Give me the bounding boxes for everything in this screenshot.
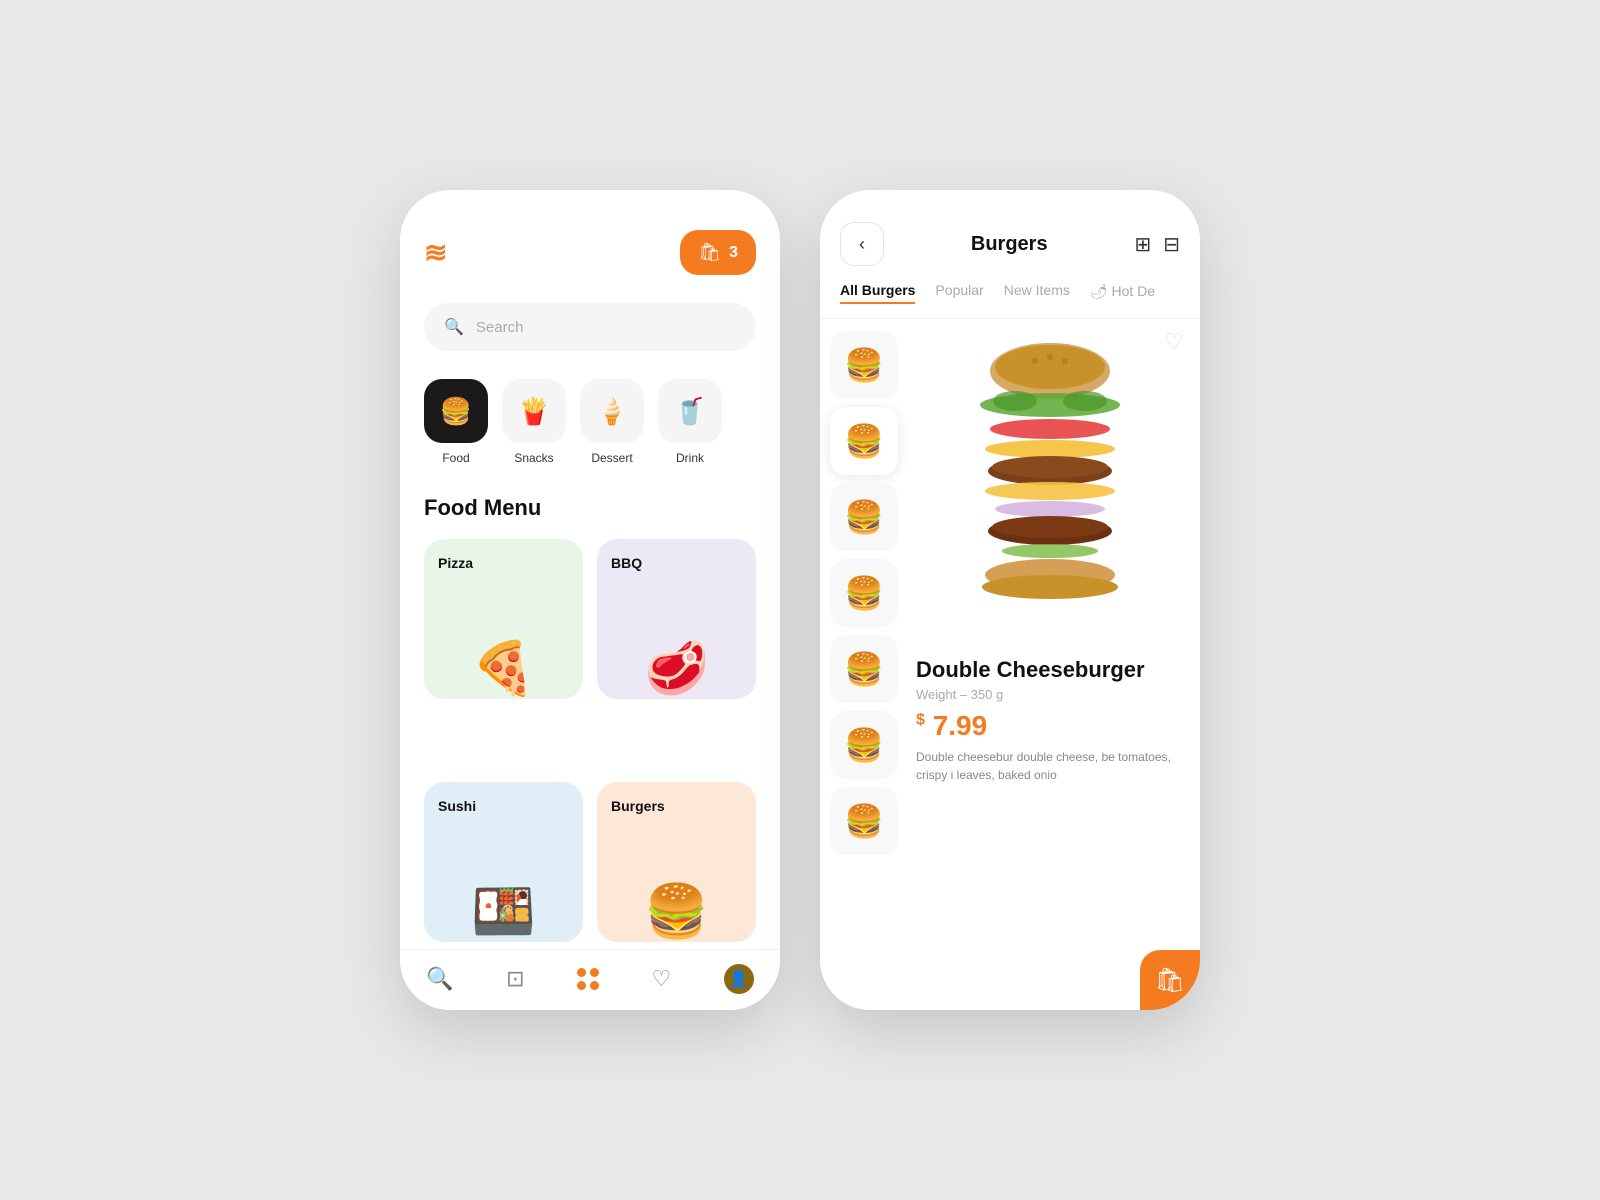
bbq-card[interactable]: BBQ 🥩 — [597, 539, 756, 699]
nav-bookmark-icon[interactable]: ⊡ — [506, 966, 524, 992]
category-drinks[interactable]: 🥤 Drink — [658, 379, 722, 465]
back-button[interactable]: ‹ — [840, 222, 884, 266]
burger-description: Double cheesebur double cheese, be tomat… — [916, 748, 1184, 784]
search-placeholder: Search — [476, 319, 524, 336]
sushi-card[interactable]: Sushi 🍱 — [424, 782, 583, 942]
right-phone: ‹ Burgers ⊞ ⊟ All Burgers Popular New It… — [820, 190, 1200, 1010]
nav-heart-icon[interactable]: ♡ — [652, 966, 672, 992]
tab-all-burgers[interactable]: All Burgers — [840, 282, 915, 304]
pizza-card[interactable]: Pizza 🍕 — [424, 539, 583, 699]
cart-count: 3 — [729, 244, 738, 262]
burgers-title: Burgers — [611, 798, 742, 814]
burger-name: Double Cheeseburger — [916, 657, 1184, 683]
filter-tabs: All Burgers Popular New Items 🌶 Hot De — [820, 282, 1200, 319]
food-menu-title: Food Menu — [424, 495, 756, 521]
nav-grid-icon[interactable] — [577, 968, 599, 990]
list-view-icon[interactable]: ⊞ — [1134, 232, 1151, 257]
burger-thumb-4[interactable]: 🍔 — [830, 559, 898, 627]
sushi-emoji: 🍱 — [471, 881, 536, 942]
right-header: ‹ Burgers ⊞ ⊟ — [820, 190, 1200, 282]
app-logo: ≋ — [424, 236, 447, 269]
price-value: 7.99 — [933, 710, 988, 741]
category-snacks[interactable]: 🍟 Snacks — [502, 379, 566, 465]
favorite-button[interactable]: ♡ — [1164, 329, 1184, 355]
tab-hot-deals[interactable]: 🌶 Hot De — [1090, 282, 1155, 304]
pizza-emoji: 🍕 — [471, 638, 536, 699]
snacks-label: Snacks — [514, 451, 553, 465]
cart-button[interactable]: 🛍 3 — [680, 230, 756, 275]
burgers-emoji: 🍔 — [644, 881, 709, 942]
nav-profile-avatar[interactable]: 👤 — [724, 964, 754, 994]
burger-thumb-2[interactable]: 🍔 — [830, 407, 898, 475]
burger-thumb-7[interactable]: 🍔 — [830, 787, 898, 855]
burger-hero-image: ♡ — [916, 329, 1184, 649]
drinks-label: Drink — [676, 451, 704, 465]
snacks-icon-box: 🍟 — [502, 379, 566, 443]
add-to-cart-icon: 🛍 — [1155, 966, 1185, 995]
pizza-title: Pizza — [438, 555, 569, 571]
burger-stack-svg — [970, 339, 1130, 639]
burger-thumb-6[interactable]: 🍔 — [830, 711, 898, 779]
left-phone: ≋ 🛍 3 🔍 Search 🍔 Food 🍟 Snacks 🍦 Desse — [400, 190, 780, 1010]
burger-thumb-1[interactable]: 🍔 — [830, 331, 898, 399]
burger-info: Double Cheeseburger Weight – 350 g $ 7.9… — [916, 649, 1184, 792]
burger-price: $ 7.99 — [916, 710, 1184, 742]
view-icons: ⊞ ⊟ — [1134, 232, 1180, 257]
bbq-title: BBQ — [611, 555, 742, 571]
dessert-label: Dessert — [591, 451, 632, 465]
page-title: Burgers — [894, 233, 1124, 256]
search-icon: 🔍 — [444, 317, 464, 337]
tab-popular[interactable]: Popular — [935, 282, 983, 304]
left-header: ≋ 🛍 3 — [424, 230, 756, 275]
add-to-cart-button[interactable]: 🛍 — [1140, 950, 1200, 1010]
category-food[interactable]: 🍔 Food — [424, 379, 488, 465]
categories-row: 🍔 Food 🍟 Snacks 🍦 Dessert 🥤 Drink — [424, 379, 756, 465]
food-grid: Pizza 🍕 BBQ 🥩 Sushi 🍱 Burgers 🍔 — [424, 539, 756, 1010]
food-label: Food — [442, 451, 469, 465]
food-icon-box: 🍔 — [424, 379, 488, 443]
drinks-icon-box: 🥤 — [658, 379, 722, 443]
cart-icon: 🛍 — [698, 242, 721, 263]
bbq-emoji: 🥩 — [644, 638, 709, 699]
sushi-title: Sushi — [438, 798, 569, 814]
search-bar[interactable]: 🔍 Search — [424, 303, 756, 351]
burger-thumb-5[interactable]: 🍔 — [830, 635, 898, 703]
burgers-card[interactable]: Burgers 🍔 — [597, 782, 756, 942]
grid-view-icon[interactable]: ⊟ — [1163, 232, 1180, 257]
tab-new-items[interactable]: New Items — [1004, 282, 1070, 304]
burger-thumb-3[interactable]: 🍔 — [830, 483, 898, 551]
burger-detail: ♡ — [908, 319, 1200, 1010]
burger-content: 🍔 🍔 🍔 🍔 🍔 🍔 🍔 ♡ — [820, 319, 1200, 1010]
burger-thumbnail-list: 🍔 🍔 🍔 🍔 🍔 🍔 🍔 — [820, 319, 908, 1010]
category-dessert[interactable]: 🍦 Dessert — [580, 379, 644, 465]
price-currency: $ — [916, 712, 925, 729]
nav-search-icon[interactable]: 🔍 — [426, 966, 453, 992]
burger-weight: Weight – 350 g — [916, 687, 1184, 702]
bottom-nav: 🔍 ⊡ ♡ 👤 — [400, 949, 780, 1010]
dessert-icon-box: 🍦 — [580, 379, 644, 443]
